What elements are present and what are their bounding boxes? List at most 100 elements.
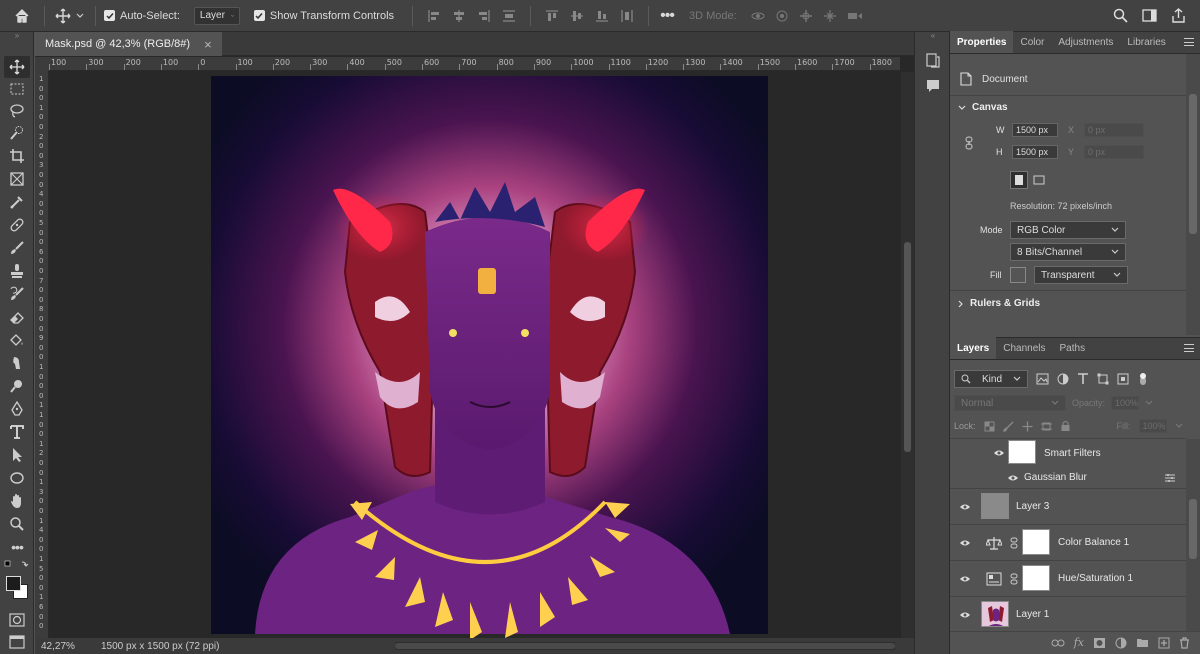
- auto-select-checkbox[interactable]: Auto-Select:: [104, 10, 180, 22]
- filter-toggle-icon[interactable]: [1137, 372, 1149, 386]
- ellipse-tool[interactable]: [4, 467, 30, 489]
- chevron-down-icon[interactable]: [73, 0, 87, 32]
- height-input[interactable]: 1500 px: [1012, 145, 1058, 159]
- more-options-icon[interactable]: •••: [657, 0, 677, 32]
- filter-type-icon[interactable]: [1077, 373, 1089, 385]
- brush-tool[interactable]: [4, 237, 30, 259]
- pen-tool[interactable]: [4, 398, 30, 420]
- history-icon[interactable]: [925, 52, 941, 68]
- tab-channels[interactable]: Channels: [996, 337, 1052, 359]
- horizontal-scroll-thumb[interactable]: [395, 643, 895, 649]
- foreground-color-swatch[interactable]: [6, 576, 21, 591]
- properties-scroll-thumb[interactable]: [1189, 94, 1197, 234]
- lock-brush-icon[interactable]: [1002, 421, 1014, 432]
- auto-select-target-dropdown[interactable]: Layer: [193, 6, 240, 25]
- collapse-toolbar-icon[interactable]: »: [0, 32, 34, 40]
- stamp-tool[interactable]: [4, 260, 30, 282]
- color-swatches[interactable]: [4, 572, 30, 602]
- 3d-slide-icon[interactable]: [823, 9, 837, 23]
- healing-brush-tool[interactable]: [4, 214, 30, 236]
- tab-libraries[interactable]: Libraries: [1120, 31, 1172, 53]
- panel-menu-icon[interactable]: [1184, 344, 1194, 352]
- swap-colors-icon[interactable]: [21, 561, 29, 567]
- filter-smart-object-icon[interactable]: [1117, 373, 1129, 385]
- eye-icon[interactable]: [958, 536, 972, 550]
- lock-artboard-icon[interactable]: [1040, 421, 1052, 432]
- workspace-icon[interactable]: [1142, 8, 1157, 23]
- quick-mask-button[interactable]: [4, 609, 30, 631]
- show-transform-checkbox[interactable]: Show Transform Controls: [253, 10, 394, 22]
- horizontal-scrollbar[interactable]: [395, 642, 895, 650]
- fx-icon[interactable]: fx: [1074, 636, 1084, 649]
- filter-pixel-icon[interactable]: [1036, 373, 1049, 385]
- layer-row-layer-3[interactable]: Layer 3: [950, 489, 1186, 525]
- chevron-down-icon[interactable]: [1175, 423, 1183, 429]
- 3d-roll-icon[interactable]: [775, 9, 789, 23]
- tab-adjustments[interactable]: Adjustments: [1051, 31, 1120, 53]
- filter-shape-icon[interactable]: [1097, 373, 1109, 385]
- chevron-down-icon[interactable]: [1145, 400, 1153, 406]
- align-top-icon[interactable]: [545, 9, 559, 23]
- artwork-canvas[interactable]: [50, 72, 901, 638]
- lock-pixels-icon[interactable]: [984, 421, 995, 432]
- rulers-section-header[interactable]: Rulers & Grids: [958, 298, 1040, 309]
- lasso-tool[interactable]: [4, 100, 30, 122]
- layers-scrollbar[interactable]: [1186, 439, 1200, 631]
- add-mask-icon[interactable]: [1093, 637, 1106, 649]
- dodge-tool[interactable]: [4, 375, 30, 397]
- canvas-viewport[interactable]: [50, 72, 901, 638]
- align-bottom-icon[interactable]: [595, 9, 609, 23]
- align-left-icon[interactable]: [427, 9, 441, 23]
- comments-icon[interactable]: [925, 78, 941, 94]
- eye-icon[interactable]: [1006, 471, 1020, 485]
- tab-color[interactable]: Color: [1013, 31, 1051, 53]
- zoom-level[interactable]: 42,27%: [35, 641, 97, 652]
- document-tab[interactable]: Mask.psd @ 42,3% (RGB/8#) ×: [35, 32, 222, 56]
- color-balance-mask-thumbnail[interactable]: [1022, 529, 1050, 555]
- portrait-button[interactable]: [1010, 171, 1028, 189]
- frame-tool[interactable]: [4, 168, 30, 190]
- eye-icon[interactable]: [992, 446, 1006, 460]
- align-vcenter-icon[interactable]: [570, 9, 584, 23]
- history-brush-tool[interactable]: [4, 283, 30, 305]
- properties-scrollbar[interactable]: [1186, 54, 1200, 335]
- 3d-pan-icon[interactable]: [799, 9, 813, 23]
- eyedropper-tool[interactable]: [4, 191, 30, 213]
- mask-link-icon[interactable]: [1010, 573, 1018, 585]
- trash-icon[interactable]: [1179, 636, 1190, 649]
- fill-swatch[interactable]: [1010, 267, 1026, 283]
- close-icon[interactable]: ×: [204, 37, 212, 52]
- ruler-origin[interactable]: [35, 57, 49, 71]
- screen-mode-button[interactable]: [4, 631, 30, 653]
- panel-menu-icon[interactable]: [1184, 38, 1194, 46]
- filter-blending-options-icon[interactable]: [1164, 473, 1176, 483]
- vertical-ruler[interactable]: 1001002003004005006007008009001000110012…: [35, 71, 49, 638]
- blend-mode-dropdown[interactable]: Normal: [954, 395, 1066, 411]
- new-adjustment-icon[interactable]: [1115, 637, 1127, 649]
- layer-row-layer-1[interactable]: Layer 1: [950, 597, 1186, 631]
- default-colors-icon[interactable]: [4, 560, 11, 567]
- width-input[interactable]: 1500 px: [1012, 123, 1058, 137]
- link-layers-icon[interactable]: [1051, 638, 1065, 648]
- lock-position-icon[interactable]: [1022, 421, 1033, 432]
- paint-bucket-tool[interactable]: [4, 329, 30, 351]
- landscape-button[interactable]: [1030, 171, 1048, 189]
- edit-toolbar-icon[interactable]: •••: [4, 536, 30, 558]
- mode-dropdown[interactable]: RGB Color: [1010, 221, 1126, 239]
- link-icon[interactable]: [964, 136, 974, 150]
- zoom-tool[interactable]: [4, 513, 30, 535]
- smudge-tool[interactable]: [4, 352, 30, 374]
- layer-row-hue-saturation[interactable]: Hue/Saturation 1: [950, 561, 1186, 597]
- canvas-section-header[interactable]: Canvas: [958, 102, 1008, 113]
- lock-all-icon[interactable]: [1060, 420, 1071, 432]
- tab-layers[interactable]: Layers: [950, 337, 997, 359]
- align-right-icon[interactable]: [477, 9, 491, 23]
- 3d-orbit-icon[interactable]: [751, 9, 765, 23]
- tab-paths[interactable]: Paths: [1053, 337, 1093, 359]
- move-tool-icon[interactable]: [53, 0, 73, 32]
- path-select-tool[interactable]: [4, 444, 30, 466]
- layer-row-smart-filters[interactable]: Smart Filters: [950, 439, 1186, 467]
- tab-properties[interactable]: Properties: [950, 31, 1014, 53]
- 3d-scale-icon[interactable]: [847, 9, 863, 23]
- x-input[interactable]: 0 px: [1084, 123, 1144, 137]
